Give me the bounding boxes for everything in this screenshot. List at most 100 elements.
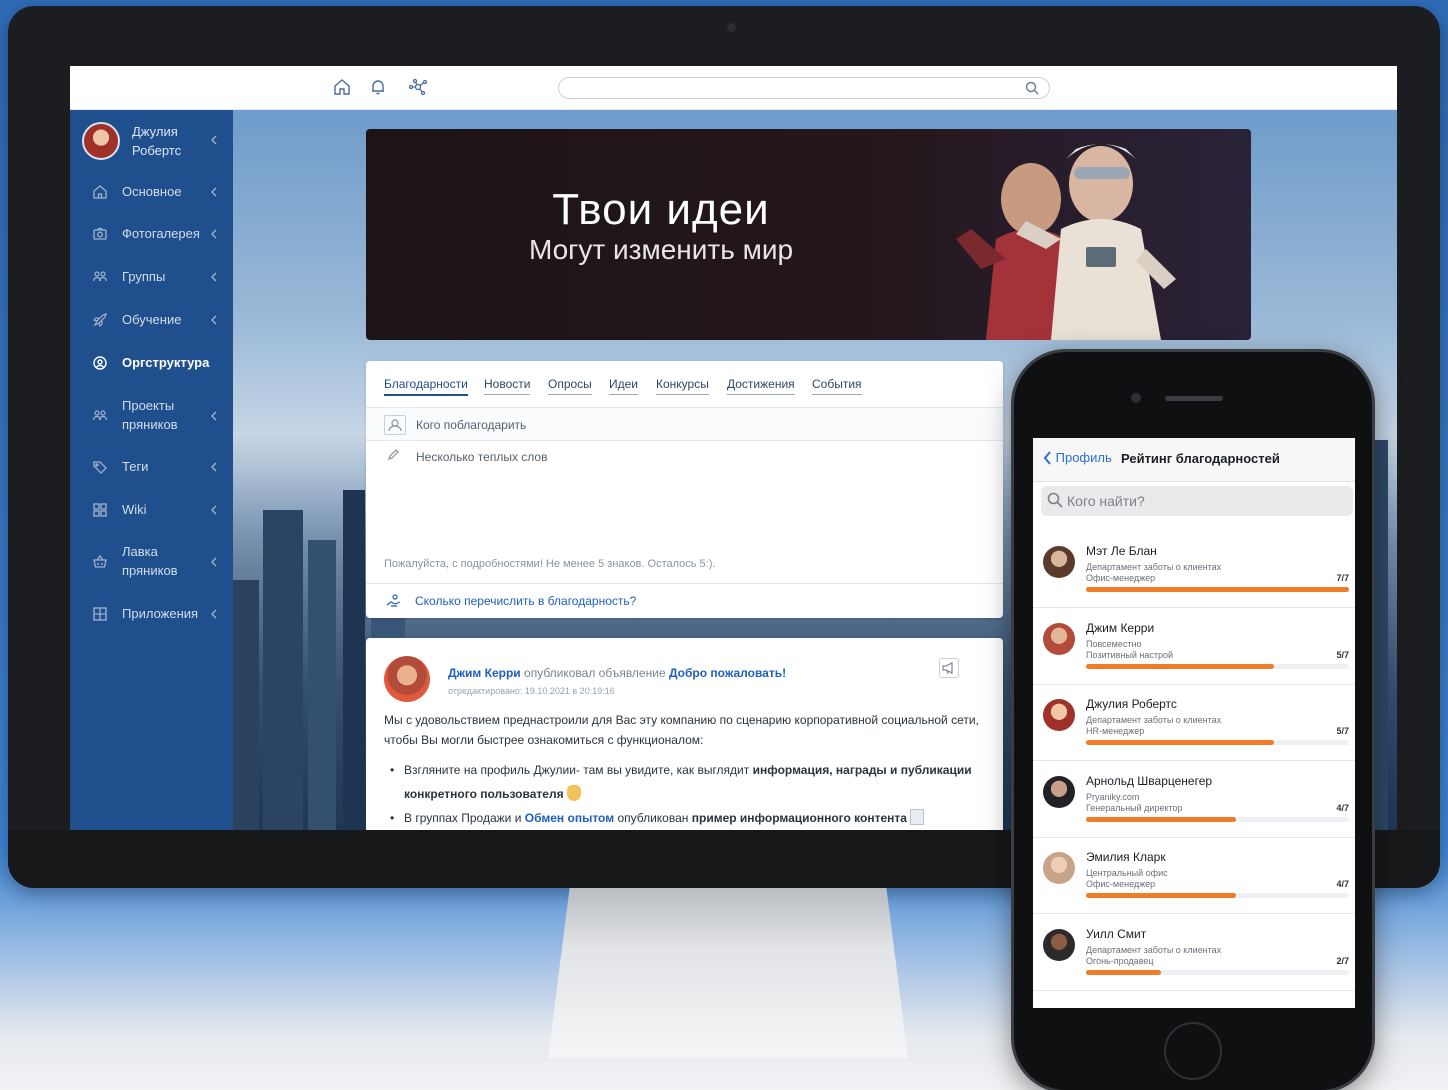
avatar[interactable] bbox=[1043, 775, 1075, 808]
rating-score: 4/7 bbox=[1336, 802, 1349, 813]
rating-row[interactable]: Арнольд Шварценегер Pryaniky.com Генеральн… bbox=[1033, 762, 1355, 838]
avatar[interactable] bbox=[1043, 546, 1075, 578]
rating-bar bbox=[1086, 587, 1349, 592]
post-bullet: Взгляните на профиль Джулии- там вы увид… bbox=[390, 758, 984, 806]
home-icon[interactable] bbox=[333, 78, 353, 98]
building bbox=[343, 490, 365, 830]
sidebar: Джулия Робертс Основное Фотогалерея Груп… bbox=[70, 110, 233, 830]
sidebar-item-projects[interactable]: Проекты пряников bbox=[70, 396, 233, 436]
avatar[interactable] bbox=[82, 122, 120, 160]
tab-achievements[interactable]: Достижения bbox=[727, 377, 795, 395]
chevron-left-icon bbox=[209, 505, 219, 515]
rating-row[interactable]: Джулия Робертс Департамент заботы о клиен… bbox=[1033, 685, 1355, 761]
avatar[interactable] bbox=[1043, 852, 1075, 884]
avatar[interactable] bbox=[1043, 622, 1075, 655]
megaphone-icon[interactable] bbox=[939, 658, 959, 678]
profile-name[interactable]: Джулия Робертс bbox=[132, 122, 202, 160]
sidebar-item-label: Группы bbox=[122, 269, 166, 284]
sidebar-item-label: Фотогалерея bbox=[122, 226, 200, 241]
person-role: Офис-менеджер bbox=[1086, 879, 1156, 889]
bullet-text: В группах Продажи и bbox=[404, 811, 522, 825]
search-icon bbox=[1047, 492, 1063, 508]
chevron-left-icon bbox=[1043, 451, 1052, 465]
person-department: Повсеместно bbox=[1086, 638, 1142, 649]
search-input[interactable] bbox=[1067, 490, 1347, 512]
post-body: Мы с удовольствием преднастроили для Вас… bbox=[384, 713, 979, 747]
grid-icon bbox=[92, 502, 108, 518]
sidebar-item-label: Лавка пряников bbox=[122, 544, 178, 578]
chevron-left-icon bbox=[209, 462, 219, 472]
recipient-field[interactable]: Кого поблагодарить bbox=[366, 407, 1003, 440]
bell-icon[interactable] bbox=[369, 78, 389, 98]
users-icon bbox=[92, 408, 108, 424]
basket-icon bbox=[92, 554, 108, 570]
building bbox=[308, 540, 336, 830]
person-role: Позитивный настрой bbox=[1086, 649, 1174, 660]
sidebar-item-photogallery[interactable]: Фотогалерея bbox=[70, 224, 233, 244]
sidebar-item-label: Основное bbox=[122, 184, 182, 199]
chevron-left-icon bbox=[209, 229, 219, 239]
transfer-row[interactable]: Сколько перечислить в благодарность? bbox=[366, 583, 1003, 618]
search-icon[interactable] bbox=[1025, 81, 1039, 95]
transfer-link[interactable]: Сколько перечислить в благодарность? bbox=[415, 594, 636, 608]
person-department: Департамент заботы о клиентах bbox=[1086, 944, 1222, 955]
rating-bar bbox=[1086, 740, 1349, 745]
post-author[interactable]: Джим Керри bbox=[448, 666, 521, 680]
sidebar-profile[interactable]: Джулия Робертс bbox=[70, 110, 233, 172]
sidebar-item-shop[interactable]: Лавка пряников bbox=[70, 542, 233, 582]
hero-banner[interactable]: Твои идеи Могут изменить мир bbox=[366, 129, 1251, 340]
back-button[interactable]: Профиль bbox=[1043, 450, 1112, 465]
person-name: Мэт Ле Блан bbox=[1086, 544, 1157, 558]
person-role: Генеральный директор bbox=[1086, 802, 1183, 813]
network-icon[interactable] bbox=[408, 78, 428, 98]
person-role: Огонь-продавец bbox=[1086, 955, 1154, 966]
tab-ideas[interactable]: Идеи bbox=[609, 377, 639, 395]
sidebar-item-groups[interactable]: Группы bbox=[70, 267, 233, 287]
post-title[interactable]: Добро пожаловать! bbox=[669, 666, 786, 680]
rating-row[interactable]: Эмилия Кларк Центральный офис Офис-менедже… bbox=[1033, 838, 1355, 914]
rating-bar bbox=[1086, 893, 1349, 898]
sidebar-item-learning[interactable]: Обучение bbox=[70, 310, 233, 330]
tab-events[interactable]: События bbox=[812, 377, 862, 395]
chevron-left-icon bbox=[209, 187, 219, 197]
search-input[interactable] bbox=[571, 78, 1011, 98]
phone-search[interactable] bbox=[1041, 486, 1353, 516]
rating-score: 5/7 bbox=[1336, 649, 1349, 660]
sidebar-item-wiki[interactable]: Wiki bbox=[70, 500, 233, 520]
tab-gratitude[interactable]: Благодарности bbox=[384, 377, 468, 396]
bullet-link[interactable]: Обмен опытом bbox=[525, 811, 614, 825]
apps-icon bbox=[92, 606, 108, 622]
rating-bar-fill bbox=[1086, 893, 1236, 898]
post-bullet: В группах Продажи и Обмен опытом опублик… bbox=[390, 806, 984, 830]
rating-row[interactable]: Уилл Смит Департамент заботы о клиентах Ог… bbox=[1033, 915, 1355, 991]
rating-bar-fill bbox=[1086, 740, 1274, 745]
rating-bar-fill bbox=[1086, 816, 1236, 822]
chevron-left-icon bbox=[209, 411, 219, 421]
sidebar-item-orgstructure[interactable]: Оргструктура bbox=[70, 353, 233, 373]
avatar[interactable] bbox=[1043, 928, 1075, 961]
sidebar-item-tags[interactable]: Теги bbox=[70, 457, 233, 477]
sidebar-item-apps[interactable]: Приложения bbox=[70, 604, 233, 624]
phone-navbar: Профиль Рейтинг благодарностей bbox=[1033, 438, 1355, 482]
sidebar-item-label: Проекты пряников bbox=[122, 398, 178, 432]
coin-hand-icon bbox=[386, 593, 402, 609]
rating-row[interactable]: Мэт Ле Блан Департамент заботы о клиентах… bbox=[1033, 532, 1355, 608]
global-search[interactable] bbox=[558, 77, 1050, 99]
rating-row[interactable]: Джим Керри Повсеместно Позитивный настрой 5… bbox=[1033, 609, 1355, 685]
tab-polls[interactable]: Опросы bbox=[548, 377, 592, 395]
building bbox=[233, 580, 259, 830]
person-department: Департамент заботы о клиентах bbox=[1086, 715, 1222, 725]
sidebar-item-label: Теги bbox=[122, 459, 149, 474]
sidebar-item-label: Приложения bbox=[122, 606, 199, 621]
message-field[interactable]: Несколько теплых слов Пожалуйста, с подр… bbox=[366, 440, 1003, 575]
chevron-left-icon bbox=[209, 315, 219, 325]
home-button[interactable] bbox=[1164, 1022, 1222, 1080]
sidebar-item-main[interactable]: Основное bbox=[70, 182, 233, 202]
avatar[interactable] bbox=[1043, 699, 1075, 731]
avatar[interactable] bbox=[384, 656, 430, 702]
message-placeholder: Несколько теплых слов bbox=[416, 450, 548, 464]
chevron-left-icon[interactable] bbox=[209, 135, 219, 145]
tab-news[interactable]: Новости bbox=[484, 377, 531, 395]
tab-contests[interactable]: Конкурсы bbox=[656, 377, 709, 395]
person-department: Pryaniky.com bbox=[1086, 791, 1140, 802]
